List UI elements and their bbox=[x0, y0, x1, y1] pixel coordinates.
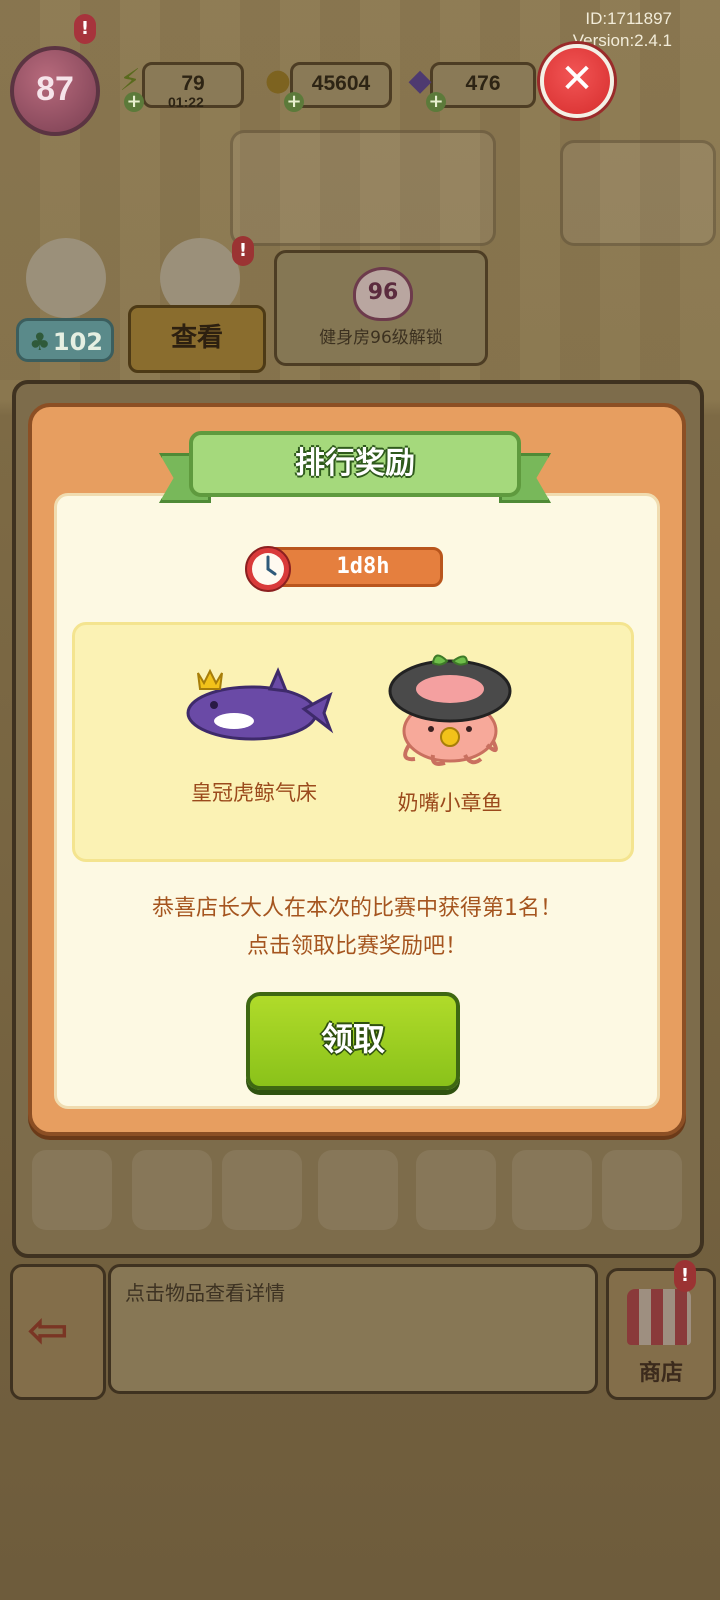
player-level-badge[interactable]: 87 bbox=[10, 46, 100, 136]
shelf-item[interactable] bbox=[318, 1150, 398, 1230]
player-id: ID:1711897 bbox=[585, 9, 672, 28]
congratulations-message: 恭喜店长大人在本次的比赛中获得第1名！ 点击领取比赛奖励吧！ bbox=[28, 890, 686, 966]
clock-icon bbox=[245, 546, 291, 592]
shelf-item[interactable] bbox=[222, 1150, 302, 1230]
reward-item-octopus[interactable]: 奶嘴小章鱼 bbox=[365, 649, 535, 817]
coin-plus-icon[interactable]: + bbox=[284, 92, 304, 112]
shop-awning-icon bbox=[627, 1289, 691, 1345]
shelf-item-row bbox=[22, 1140, 698, 1240]
item-description-box: 点击物品查看详情 bbox=[108, 1264, 598, 1394]
pacifier-octopus-icon bbox=[388, 654, 512, 766]
close-button[interactable]: ✕ bbox=[540, 44, 614, 118]
shop-label: 商店 bbox=[638, 1361, 683, 1386]
shelf-decoration bbox=[560, 140, 716, 246]
shop-alert-badge: ! bbox=[674, 1260, 696, 1292]
gem-plus-icon[interactable]: + bbox=[426, 92, 446, 112]
shelf-item[interactable] bbox=[416, 1150, 496, 1230]
countdown-timer: 1d8h bbox=[243, 544, 443, 592]
congrats-line-2: 点击领取比赛奖励吧！ bbox=[246, 934, 467, 959]
shelf-item[interactable] bbox=[602, 1150, 682, 1230]
duck-worker-character[interactable] bbox=[26, 238, 106, 318]
level-alert-badge: ! bbox=[74, 14, 96, 44]
energy-plus-icon[interactable]: + bbox=[124, 92, 144, 112]
claim-reward-button[interactable]: 领取 bbox=[246, 992, 460, 1090]
clover-icon: ♣ bbox=[29, 328, 51, 356]
reward-item-orca-float[interactable]: 皇冠虎鲸气床 bbox=[169, 649, 339, 807]
reward-item-name: 皇冠虎鲸气床 bbox=[191, 781, 317, 805]
gym-unlock-card[interactable]: 96 健身房96级解锁 bbox=[274, 250, 488, 366]
title-ribbon: 排行奖励 bbox=[159, 427, 551, 511]
shelf-item[interactable] bbox=[32, 1150, 112, 1230]
coin-counter: 45604 bbox=[290, 62, 392, 108]
congrats-line-1: 恭喜店长大人在本次的比赛中获得第1名！ bbox=[152, 896, 562, 921]
character-alert-badge: ! bbox=[232, 236, 254, 266]
unlock-requirement-text: 健身房96级解锁 bbox=[319, 328, 443, 348]
shelf-item[interactable] bbox=[512, 1150, 592, 1230]
exit-button[interactable]: ⇦ bbox=[10, 1264, 106, 1400]
clover-counter: ♣ 102 bbox=[16, 318, 114, 362]
dialog-title: 排行奖励 bbox=[189, 431, 521, 497]
reward-item-name: 奶嘴小章鱼 bbox=[397, 791, 503, 815]
shop-counter-decoration bbox=[230, 130, 496, 246]
heart-level-icon: 96 bbox=[353, 267, 413, 321]
shelf-item[interactable] bbox=[132, 1150, 212, 1230]
reward-items-panel: 皇冠虎鲸气床 奶嘴小章鱼 bbox=[72, 622, 634, 862]
energy-timer: 01:22 bbox=[168, 94, 204, 110]
exit-arrow-icon: ⇦ bbox=[27, 1301, 69, 1359]
shop-button[interactable]: 商店 bbox=[606, 1268, 716, 1400]
view-button[interactable]: 查看 bbox=[128, 305, 266, 373]
close-icon: ✕ bbox=[560, 56, 594, 102]
crown-orca-float-icon bbox=[186, 667, 334, 741]
clover-count: 102 bbox=[52, 328, 103, 356]
